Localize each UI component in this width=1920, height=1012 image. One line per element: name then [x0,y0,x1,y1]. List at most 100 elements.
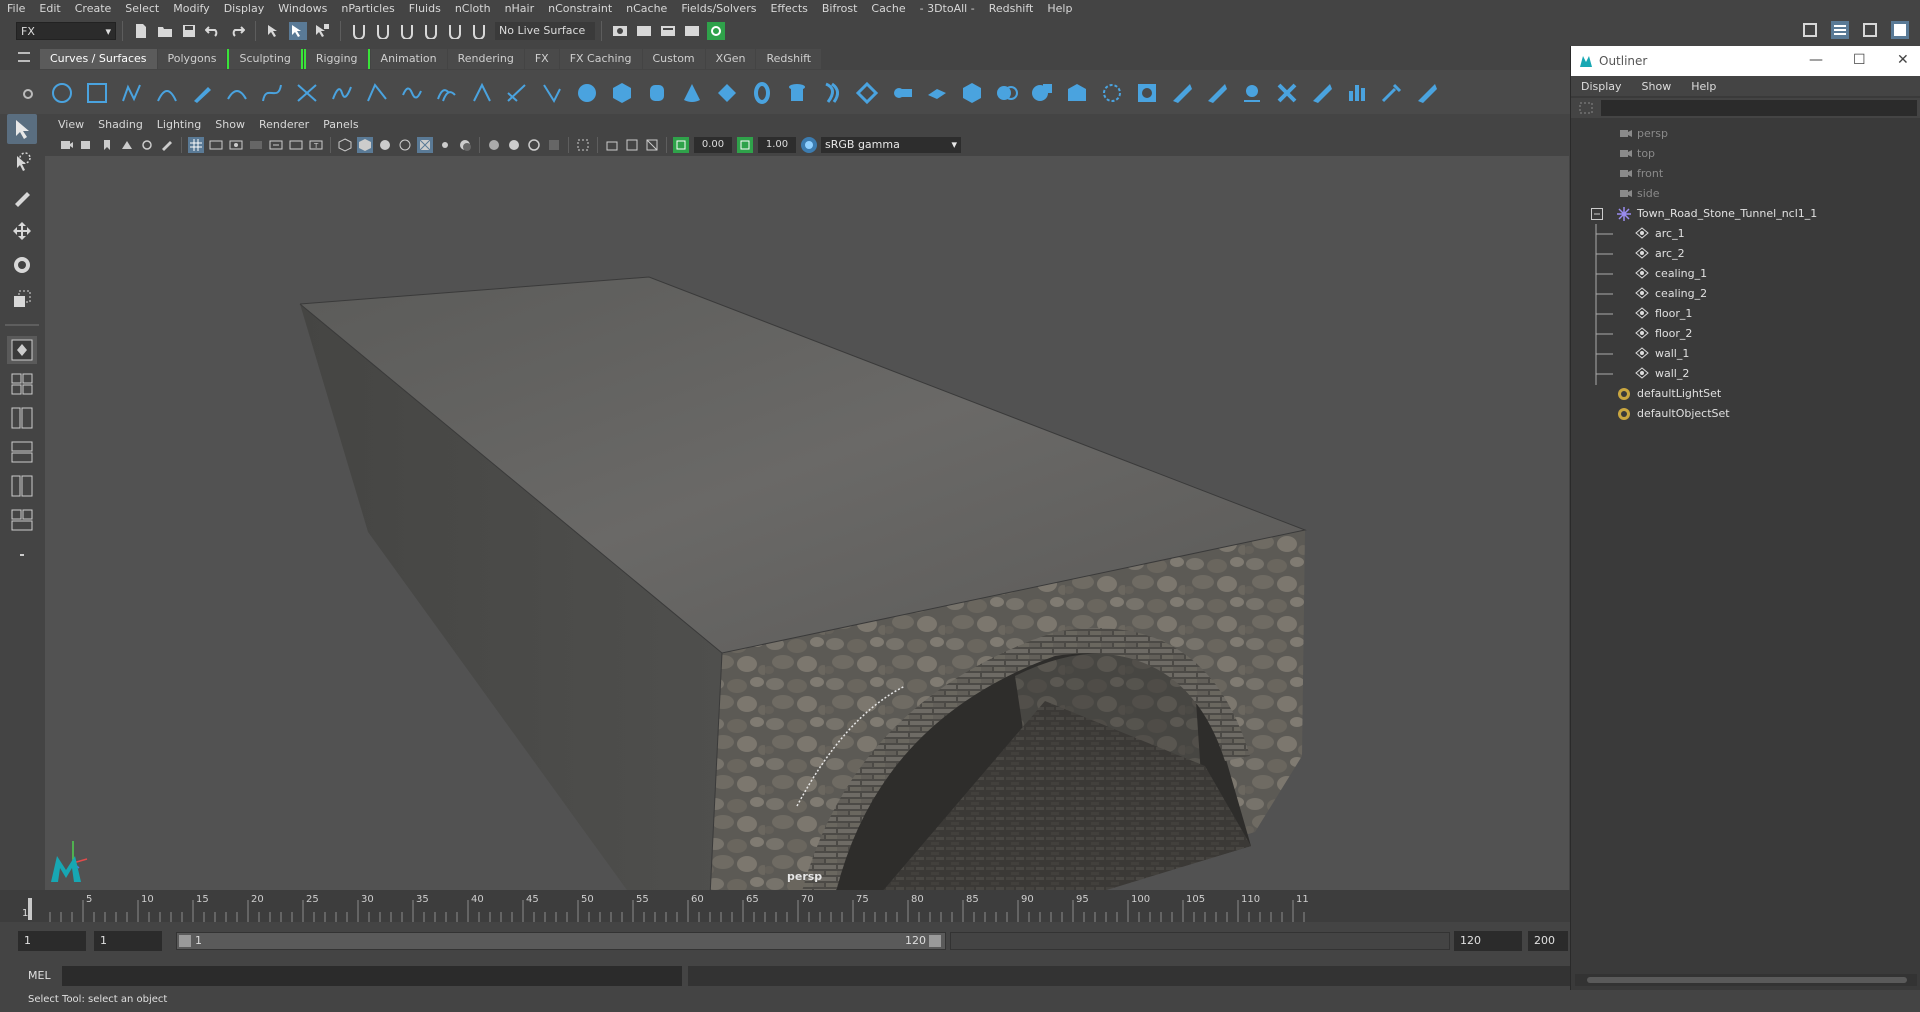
xray-active-components-icon[interactable] [624,137,640,153]
maximize-icon[interactable]: ☐ [1853,52,1866,68]
snap-to-curve-icon[interactable] [374,22,392,40]
bevel-plus-icon[interactable] [958,79,985,106]
camera-attributes-icon[interactable] [79,137,95,153]
current-frame-marker[interactable] [28,898,32,920]
command-input[interactable] [62,966,682,986]
menu-select[interactable]: Select [118,2,166,15]
persp-outliner-layout-icon[interactable] [7,404,37,432]
outliner-item-wall-1[interactable]: wall_1 [1571,344,1911,364]
isolate-select-icon[interactable] [575,137,591,153]
tab-animation[interactable]: Animation [370,49,447,69]
extend-surface-icon[interactable] [1308,79,1335,106]
redshift-render-view-icon[interactable] [707,22,725,40]
reverse-curve-icon[interactable] [468,79,495,106]
menu-cache[interactable]: Cache [864,2,912,15]
nurbs-square-icon[interactable] [83,79,110,106]
project-curve-icon[interactable] [1098,79,1125,106]
hypershade-icon[interactable] [683,22,701,40]
screen-space-ao-icon[interactable] [486,137,502,153]
xray-icon[interactable] [604,137,620,153]
outliner-item-cealing-1[interactable]: cealing_1 [1571,264,1911,284]
image-plane-icon[interactable] [119,137,135,153]
textured-icon[interactable] [417,137,433,153]
select-tool-icon[interactable] [7,114,37,144]
animation-start-field[interactable]: 1 [18,931,86,951]
detach-surfaces-icon[interactable] [1238,79,1265,106]
menu-ncloth[interactable]: nCloth [448,2,498,15]
select-by-hierarchy-icon[interactable] [265,22,283,40]
panel-menu-view[interactable]: View [51,118,91,131]
menu-file[interactable]: File [0,2,32,15]
viewport-panel[interactable]: View Shading Lighting Show Renderer Pane… [45,114,1569,890]
arc-tool-icon[interactable] [223,79,250,106]
exposure-field[interactable]: 0.00 [694,137,732,153]
outliner-item-arc-2[interactable]: arc_2 [1571,244,1911,264]
extend-curve-icon[interactable] [398,79,425,106]
gamma-icon[interactable] [737,137,753,153]
outliner-item-default-object-set[interactable]: defaultObjectSet [1571,404,1911,424]
sculpt-geometry-icon[interactable] [1413,79,1440,106]
nurbs-circle-icon[interactable] [48,79,75,106]
persp-graph-layout-icon[interactable] [7,438,37,466]
detach-curves-icon[interactable] [328,79,355,106]
nurbs-torus-icon[interactable] [748,79,775,106]
multisample-aa-icon[interactable] [526,137,542,153]
outliner-item-arc-1[interactable]: arc_1 [1571,224,1911,244]
tab-rigging[interactable]: Rigging [303,49,370,69]
tool-settings-icon[interactable] [1861,21,1879,39]
outliner-item-wall-2[interactable]: wall_2 [1571,364,1911,384]
loft-icon[interactable] [818,79,845,106]
render-current-frame-icon[interactable] [611,22,629,40]
menu-fluids[interactable]: Fluids [402,2,448,15]
wireframe-icon[interactable] [337,137,353,153]
menu-windows[interactable]: Windows [271,2,334,15]
menu-help[interactable]: Help [1040,2,1079,15]
snap-to-point-icon[interactable] [398,22,416,40]
collapse-icon[interactable] [1591,208,1603,220]
scene-3d-view[interactable] [45,156,1569,890]
tab-fx-caching[interactable]: FX Caching [559,49,642,69]
nurbs-cylinder-icon[interactable] [643,79,670,106]
save-scene-icon[interactable] [180,22,198,40]
offset-surface-icon[interactable] [1343,79,1370,106]
untrim-icon[interactable] [1168,79,1195,106]
select-by-component-icon[interactable] [313,22,331,40]
make-live-icon[interactable] [446,22,464,40]
redo-icon[interactable] [228,22,246,40]
open-scene-icon[interactable] [156,22,174,40]
planar-icon[interactable] [853,79,880,106]
select-by-object-icon[interactable] [289,22,307,40]
intersect-surfaces-icon[interactable] [1063,79,1090,106]
four-view-layout-icon[interactable] [7,370,37,398]
birail-icon[interactable] [923,79,950,106]
field-chart-icon[interactable] [268,137,284,153]
panel-menu-renderer[interactable]: Renderer [252,118,316,131]
toolbox-more-icon[interactable] [7,542,37,570]
grid-icon[interactable] [188,137,204,153]
outliner-menu-display[interactable]: Display [1581,80,1622,93]
safe-title-icon[interactable]: T [308,137,324,153]
tab-rendering[interactable]: Rendering [447,49,524,69]
menu-edit[interactable]: Edit [32,2,67,15]
attach-curves-icon[interactable] [293,79,320,106]
outliner-item-top[interactable]: top [1571,144,1911,164]
film-gate-icon[interactable] [208,137,224,153]
close-icon[interactable]: ✕ [1897,52,1909,68]
color-management-icon[interactable] [801,137,817,153]
use-default-material-icon[interactable] [377,137,393,153]
menu-display[interactable]: Display [217,2,272,15]
outliner-item-cealing-2[interactable]: cealing_2 [1571,284,1911,304]
attribute-editor-icon[interactable] [1831,21,1849,39]
minimize-icon[interactable]: — [1809,52,1823,68]
outliner-item-side[interactable]: side [1571,184,1911,204]
outliner-item-floor-1[interactable]: floor_1 [1571,304,1911,324]
snap-to-view-plane-icon[interactable] [422,22,440,40]
outliner-item-floor-2[interactable]: floor_2 [1571,324,1911,344]
menu-nhair[interactable]: nHair [498,2,542,15]
resolution-gate-icon[interactable] [228,137,244,153]
grease-pencil-icon[interactable] [159,137,175,153]
wireframe-on-shaded-icon[interactable] [397,137,413,153]
bezier-curve-icon[interactable] [258,79,285,106]
snap-to-grid-icon[interactable] [350,22,368,40]
channel-box-icon[interactable] [1891,21,1909,39]
